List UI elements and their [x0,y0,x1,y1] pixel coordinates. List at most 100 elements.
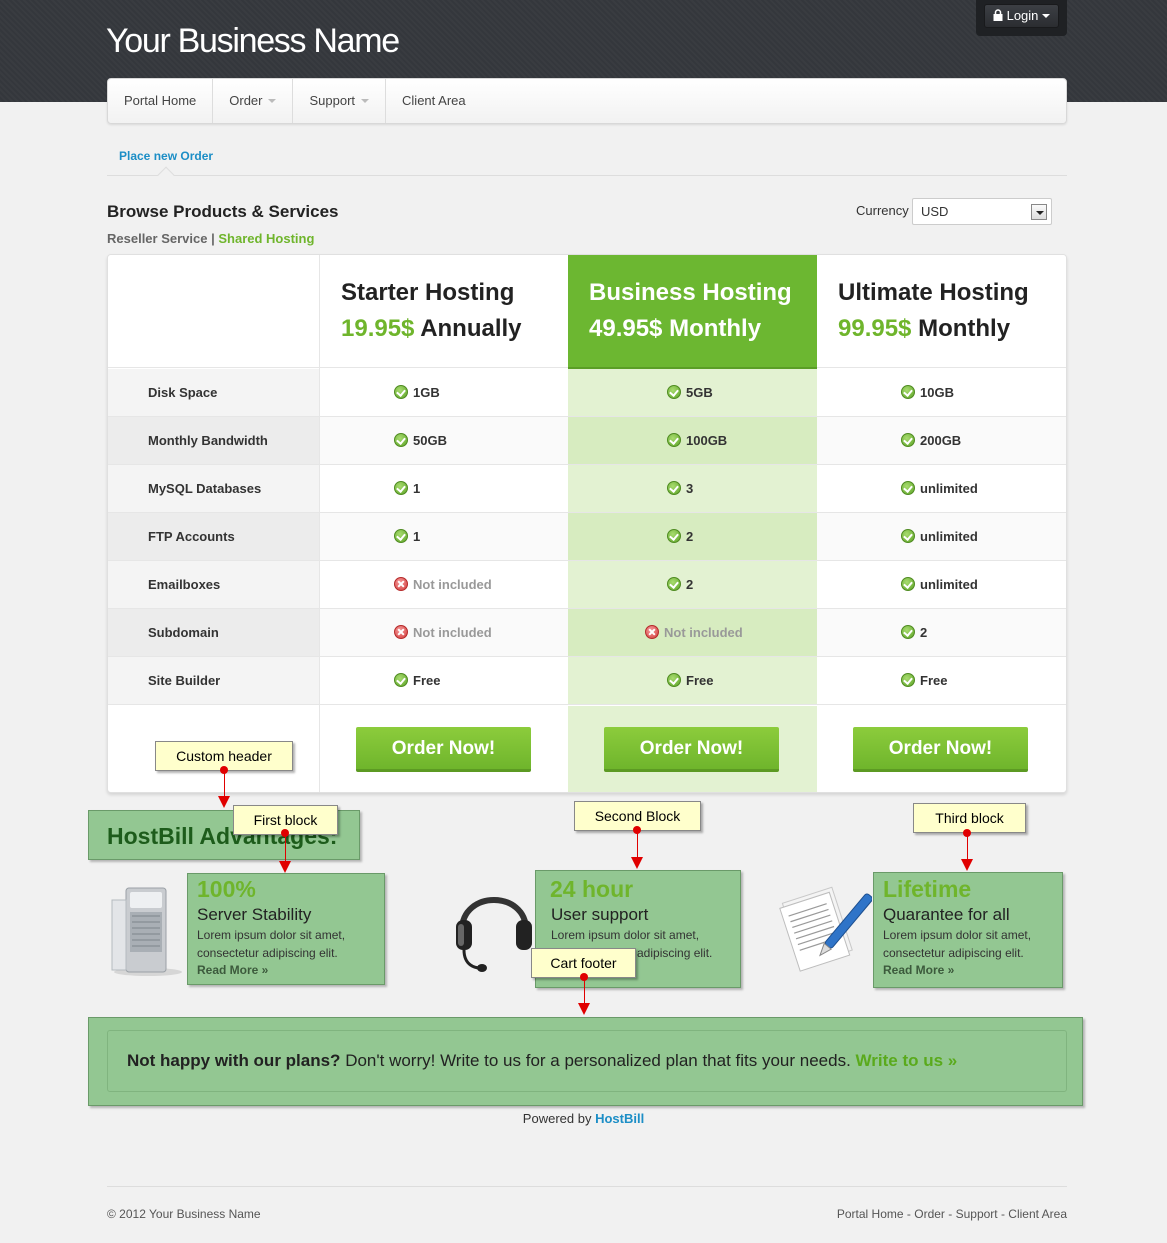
check-icon [901,433,915,447]
plan-value: unlimited [901,513,978,561]
cross-icon [394,625,408,639]
feature-row: Disk Space [108,369,319,417]
check-icon [901,577,915,591]
price-amount: 99.95$ [838,315,912,342]
cta-banner: Not happy with our plans? Don't worry! W… [107,1030,1067,1092]
write-to-us-link[interactable]: Write to us » [856,1051,958,1070]
login-label: Login [1006,8,1039,23]
plan-name: Business Hosting [589,279,792,306]
price-period: Monthly [918,315,1011,342]
nav-portal-home[interactable]: Portal Home [108,79,214,123]
plan-value: Free [394,657,440,705]
plan-column-starter: Starter Hosting 19.95$ Annually 1GB 50GB 1… [319,255,568,792]
nav-label: Client Area [402,93,466,108]
plan-value: 200GB [901,417,961,465]
copyright: © 2012 Your Business Name [107,1207,261,1221]
plan-value-text: Free [920,673,948,688]
price-period: Annually [420,315,522,342]
login-button[interactable]: Login [984,4,1059,28]
plan-value-text: Not included [413,625,492,640]
desc-line: consectetur adipiscing elit. [883,946,1024,960]
check-icon [667,529,681,543]
order-now-button[interactable]: Order Now! [853,727,1028,772]
plan-value-text: Not included [664,625,743,640]
cross-icon [645,625,659,639]
brand-title[interactable]: Your Business Name [106,22,400,61]
footer-link-order[interactable]: Order [914,1207,945,1221]
plan-value-text: unlimited [920,481,978,496]
desc-line: consectetur adipiscing elit. [197,946,338,960]
plan-value-row: 100GB [568,417,817,465]
plan-value-row: unlimited [817,465,1066,513]
category-reseller[interactable]: Reseller Service [107,231,207,246]
plan-value: 50GB [394,417,447,465]
plan-value: Free [667,657,713,705]
chevron-down-icon [268,99,277,103]
feature-row: Monthly Bandwidth [108,417,319,465]
subnav-pointer [157,166,175,184]
subnav-place-order[interactable]: Place new Order [119,149,213,163]
footer-links: Portal Home - Order - Support - Client A… [837,1207,1067,1221]
plan-value-row: unlimited [817,561,1066,609]
plan-footer: Order Now! [817,706,1066,792]
plan-value-row: Not included [320,609,568,657]
footer-separator: - [903,1207,915,1221]
plan-value: Not included [645,609,743,657]
plan-column-ultimate: Ultimate Hosting 99.95$ Monthly 10GB 200G… [817,255,1066,792]
footer-separator: - [997,1207,1009,1221]
footer-divider [107,1186,1067,1187]
feature-description: Lorem ipsum dolor sit amet, consectetur … [883,926,1031,962]
plan-value-text: Not included [413,577,492,592]
check-icon [667,577,681,591]
category-shared[interactable]: Shared Hosting [218,231,314,246]
check-icon [394,529,408,543]
powered-by: Powered by HostBill [0,1111,1167,1126]
plan-value-text: unlimited [920,529,978,544]
annotation-third-block: Third block [913,803,1026,833]
check-icon [394,385,408,399]
plan-value: 1GB [394,369,440,417]
category-separator: | [211,231,215,246]
plan-header: Business Hosting 49.95$ Monthly [568,255,817,371]
plan-value-row: 5GB [568,369,817,417]
plan-value-text: 2 [686,577,694,592]
plan-value-text: 3 [686,481,694,496]
plan-value: 100GB [667,417,727,465]
feature-big-text: Lifetime [883,876,972,902]
plan-value-text: unlimited [920,577,978,592]
document-pen-icon [779,886,872,972]
check-icon [667,481,681,495]
currency-select[interactable]: USD [912,198,1052,225]
hostbill-link[interactable]: HostBill [595,1111,644,1126]
plan-value-row: Free [568,657,817,705]
pricing-table: Disk Space Monthly Bandwidth MySQL Datab… [107,254,1067,793]
footer-link-client-area[interactable]: Client Area [1008,1207,1067,1221]
nav-client-area[interactable]: Client Area [386,79,482,123]
annotation-line [637,830,638,858]
feature-subtitle: Quarantee for all [883,905,1010,924]
order-now-button[interactable]: Order Now! [604,727,779,772]
page-title: Browse Products & Services [107,202,339,221]
cta-bold-text: Not happy with our plans? [127,1051,341,1070]
check-icon [901,625,915,639]
feature-header-blank [108,255,319,368]
plan-value-row: Free [817,657,1066,705]
dropdown-arrow-icon[interactable] [1031,204,1047,220]
footer-link-support[interactable]: Support [956,1207,998,1221]
check-icon [901,529,915,543]
plan-price: 49.95$ Monthly [589,315,761,343]
chevron-down-icon [361,99,370,103]
annotation-line [584,977,585,1004]
nav-order[interactable]: Order [213,79,294,123]
nav-support[interactable]: Support [293,79,387,123]
order-now-button[interactable]: Order Now! [356,727,531,772]
login-container: Login [976,0,1067,36]
read-more-link[interactable]: Read More » [883,963,954,977]
footer-link-portal-home[interactable]: Portal Home [837,1207,904,1221]
plan-price: 19.95$ Annually [341,315,522,343]
plan-header: Starter Hosting 19.95$ Annually [320,255,568,368]
plan-value-row: 1GB [320,369,568,417]
read-more-link[interactable]: Read More » [197,963,268,977]
chevron-down-icon [1042,14,1051,18]
plan-value-row: 1 [320,465,568,513]
